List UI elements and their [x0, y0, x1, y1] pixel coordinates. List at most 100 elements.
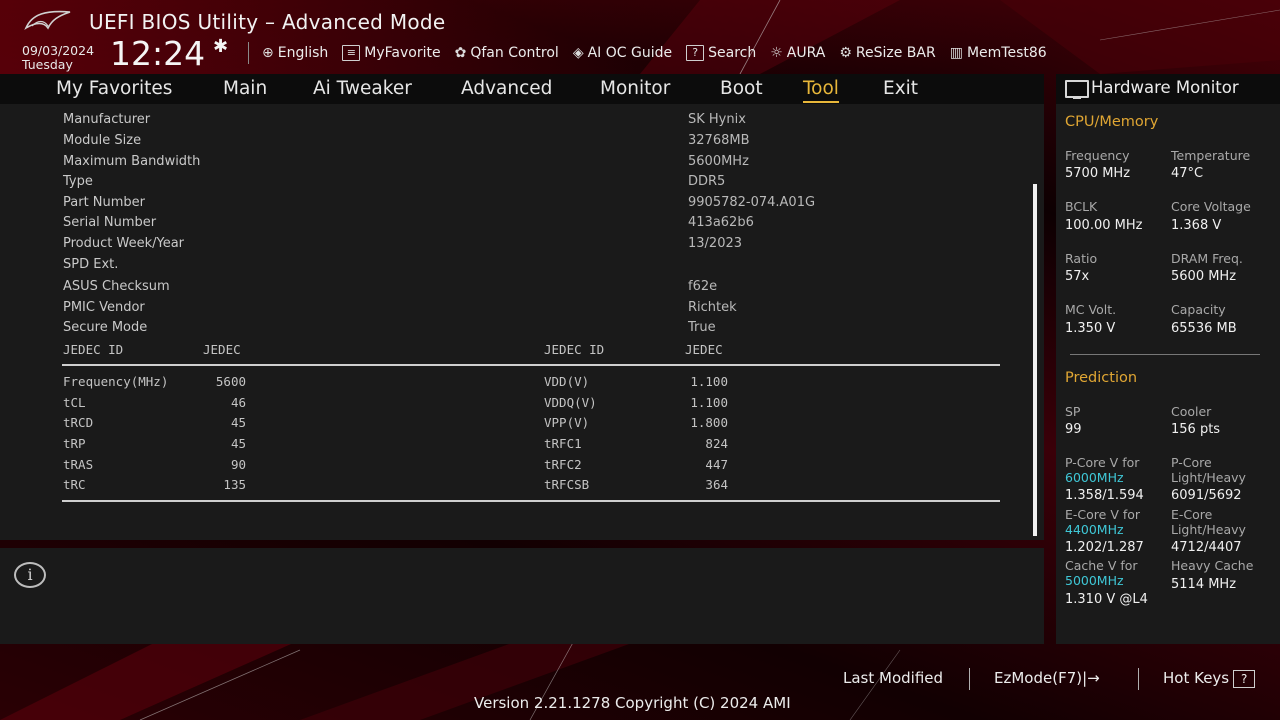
spd-label-manufacturer: Manufacturer — [63, 112, 151, 127]
resize-bar-icon: ⚙ — [839, 45, 852, 61]
clock: 12:24 — [110, 34, 206, 73]
main-menu-bar: My Favorites Main Ai Tweaker Advanced Mo… — [0, 74, 1044, 104]
spd-value-serial-number: 413a62b6 — [688, 215, 754, 230]
ai-oc-guide-icon: ◈ — [572, 45, 584, 61]
tab-tool[interactable]: Tool — [803, 78, 839, 103]
timing-header-left-id: JEDEC ID — [63, 342, 124, 357]
search-icon: ? — [686, 45, 705, 61]
toolbar-myfavorite-button[interactable]: ≡ MyFavorite — [342, 45, 441, 61]
ezmode-label: EzMode(F7)| — [994, 669, 1088, 687]
hw-label-cache-freq: 5000MHz — [1065, 573, 1124, 588]
favorite-icon: ≡ — [342, 45, 361, 61]
toolbar-resize-bar-button[interactable]: ⚙ ReSize BAR — [839, 45, 935, 61]
timing-name: tRAS — [63, 457, 94, 472]
version-text: Version 2.21.1278 Copyright (C) 2024 AMI — [474, 694, 791, 712]
timing-header-right-id: JEDEC ID — [544, 342, 605, 357]
footer-divider — [1138, 668, 1139, 690]
spd-label-part-number: Part Number — [63, 195, 146, 210]
toolbar-resize-bar-label: ReSize BAR — [855, 45, 936, 61]
aura-icon: ☼ — [770, 45, 783, 61]
toolbar: ⊕ English ≡ MyFavorite ✿ Qfan Control ◈ … — [262, 42, 1061, 64]
toolbar-qfan-button[interactable]: ✿ Qfan Control — [455, 45, 559, 61]
spd-value-max-bandwidth: 5600MHz — [688, 154, 749, 169]
memtest-icon: ▥ — [949, 45, 963, 61]
timing-name: tRFCSB — [544, 477, 590, 492]
hw-value-heavy-cache: 5114 MHz — [1171, 577, 1237, 592]
rog-logo-icon — [24, 10, 71, 30]
hw-value-dram-freq: 5600 MHz — [1171, 269, 1237, 284]
hw-label-core-voltage: Core Voltage — [1171, 199, 1251, 214]
globe-icon: ⊕ — [262, 45, 274, 61]
last-modified-button[interactable]: Last Modified — [843, 669, 943, 687]
toolbar-memtest-button[interactable]: ▥ MemTest86 — [950, 45, 1047, 61]
timing-header-right-value: JEDEC — [685, 342, 723, 357]
hw-label-ecore-lh-1: E-Core — [1171, 507, 1213, 522]
toolbar-aura-button[interactable]: ☼ AURA — [770, 45, 825, 61]
toolbar-qfan-label: Qfan Control — [470, 45, 559, 61]
spd-label-asus-checksum: ASUS Checksum — [63, 279, 170, 294]
timing-value: 1.100 — [690, 374, 728, 389]
spd-value-part-number: 9905782-074.A01G — [688, 195, 816, 210]
fan-icon: ✿ — [454, 45, 467, 61]
hw-label-pcore-freq: 6000MHz — [1065, 470, 1124, 485]
toolbar-search-button[interactable]: ? Search — [686, 45, 756, 61]
timing-value: 90 — [230, 457, 246, 472]
timing-name: VDDQ(V) — [544, 395, 597, 410]
content-scrollbar[interactable] — [1033, 184, 1037, 536]
hw-value-capacity: 65536 MB — [1171, 321, 1237, 336]
clock-settings-gear-icon[interactable]: ✱ — [213, 36, 228, 57]
hw-value-bclk: 100.00 MHz — [1065, 218, 1143, 233]
timing-name: tRC — [63, 477, 86, 492]
toolbar-english-label: English — [277, 45, 329, 61]
tab-monitor[interactable]: Monitor — [600, 78, 670, 99]
spd-value-type: DDR5 — [688, 174, 726, 189]
footer-divider — [969, 668, 970, 690]
toolbar-memtest-label: MemTest86 — [966, 45, 1047, 61]
hw-label-ratio: Ratio — [1065, 251, 1098, 266]
toolbar-aura-label: AURA — [786, 45, 826, 61]
toolbar-ai-oc-guide-button[interactable]: ◈ AI OC Guide — [573, 45, 672, 61]
timing-value: 1.800 — [690, 415, 728, 430]
hw-monitor-title: Hardware Monitor — [1091, 78, 1239, 97]
timing-value: 824 — [705, 436, 728, 451]
date-display: 09/03/2024 Tuesday — [22, 44, 94, 72]
spd-label-product-week: Product Week/Year — [63, 236, 185, 251]
spd-info-panel: Manufacturer SK Hynix Module Size 32768M… — [0, 104, 1044, 540]
toolbar-ai-oc-guide-label: AI OC Guide — [587, 45, 673, 61]
cpu-memory-section-title: CPU/Memory — [1065, 114, 1159, 130]
toolbar-english-button[interactable]: ⊕ English — [262, 45, 328, 61]
hot-keys-button[interactable]: Hot Keys? — [1163, 669, 1256, 688]
hw-value-pcore-lh: 6091/5692 — [1171, 488, 1242, 503]
tab-ai-tweaker[interactable]: Ai Tweaker — [313, 78, 412, 99]
tab-my-favorites[interactable]: My Favorites — [56, 78, 172, 99]
spd-label-pmic-vendor: PMIC Vendor — [63, 300, 145, 315]
timing-name: tRCD — [63, 415, 94, 430]
timing-value: 135 — [223, 477, 246, 492]
tab-main[interactable]: Main — [223, 78, 267, 99]
info-icon: i — [14, 562, 46, 588]
table-divider-bottom — [62, 500, 1000, 502]
hw-label-cache-v: Cache V for — [1065, 558, 1138, 573]
spd-value-manufacturer: SK Hynix — [688, 112, 746, 127]
help-info-panel: i — [0, 548, 1044, 644]
hw-label-pcore-lh-1: P-Core — [1171, 455, 1212, 470]
hw-label-frequency: Frequency — [1065, 148, 1130, 163]
hw-label-cooler: Cooler — [1171, 404, 1212, 419]
timing-value: 364 — [705, 477, 728, 492]
timing-header-left-value: JEDEC — [203, 342, 241, 357]
timing-value: 1.100 — [690, 395, 728, 410]
app-title: UEFI BIOS Utility – Advanced Mode — [89, 10, 446, 34]
hw-label-sp: SP — [1065, 404, 1081, 419]
tab-boot[interactable]: Boot — [720, 78, 763, 99]
hw-label-bclk: BCLK — [1065, 199, 1098, 214]
tab-advanced[interactable]: Advanced — [461, 78, 552, 99]
hw-value-ecore-lh: 4712/4407 — [1171, 540, 1242, 555]
hw-value-cooler: 156 pts — [1171, 422, 1221, 437]
hw-label-ecore-lh-2: Light/Heavy — [1171, 522, 1246, 537]
hw-value-pcore-v: 1.358/1.594 — [1065, 488, 1144, 503]
hw-value-sp: 99 — [1065, 422, 1082, 437]
ezmode-button[interactable]: EzMode(F7)|→ — [994, 669, 1100, 687]
toolbar-search-label: Search — [708, 45, 757, 61]
day-value: Tuesday — [22, 57, 73, 72]
tab-exit[interactable]: Exit — [883, 78, 918, 99]
